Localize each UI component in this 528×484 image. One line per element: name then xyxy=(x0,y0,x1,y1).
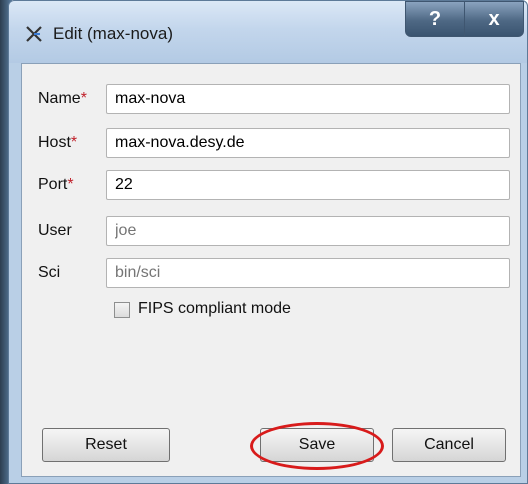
app-icon xyxy=(25,25,43,43)
title-bar: Edit (max-nova) ? x xyxy=(9,1,527,63)
sci-label: Sci xyxy=(38,264,61,281)
port-field[interactable] xyxy=(106,170,510,200)
cancel-button[interactable]: Cancel xyxy=(392,428,506,462)
user-field[interactable] xyxy=(106,216,510,246)
port-label: Port* xyxy=(38,176,74,193)
close-button[interactable]: x xyxy=(464,1,524,37)
help-button[interactable]: ? xyxy=(405,1,465,37)
required-marker: * xyxy=(80,90,87,107)
dialog-body: Name* Host* Port* User Sci FIPS complian… xyxy=(21,63,521,477)
name-field[interactable] xyxy=(106,84,510,114)
edit-dialog: Edit (max-nova) ? x Name* Host* Port* Us… xyxy=(8,0,528,484)
fips-checkbox-label[interactable]: FIPS compliant mode xyxy=(138,300,291,318)
host-field[interactable] xyxy=(106,128,510,158)
fips-checkbox[interactable] xyxy=(114,302,130,318)
help-icon: ? xyxy=(428,7,442,30)
required-marker: * xyxy=(70,134,78,151)
window-title: Edit (max-nova) xyxy=(53,24,173,43)
close-icon: x xyxy=(488,7,500,30)
reset-button[interactable]: Reset xyxy=(42,428,170,462)
user-label: User xyxy=(38,222,72,239)
sci-field[interactable] xyxy=(106,258,510,288)
host-label: Host* xyxy=(38,134,78,151)
required-marker: * xyxy=(67,176,74,193)
name-label: Name* xyxy=(38,90,87,107)
save-button[interactable]: Save xyxy=(260,428,374,462)
